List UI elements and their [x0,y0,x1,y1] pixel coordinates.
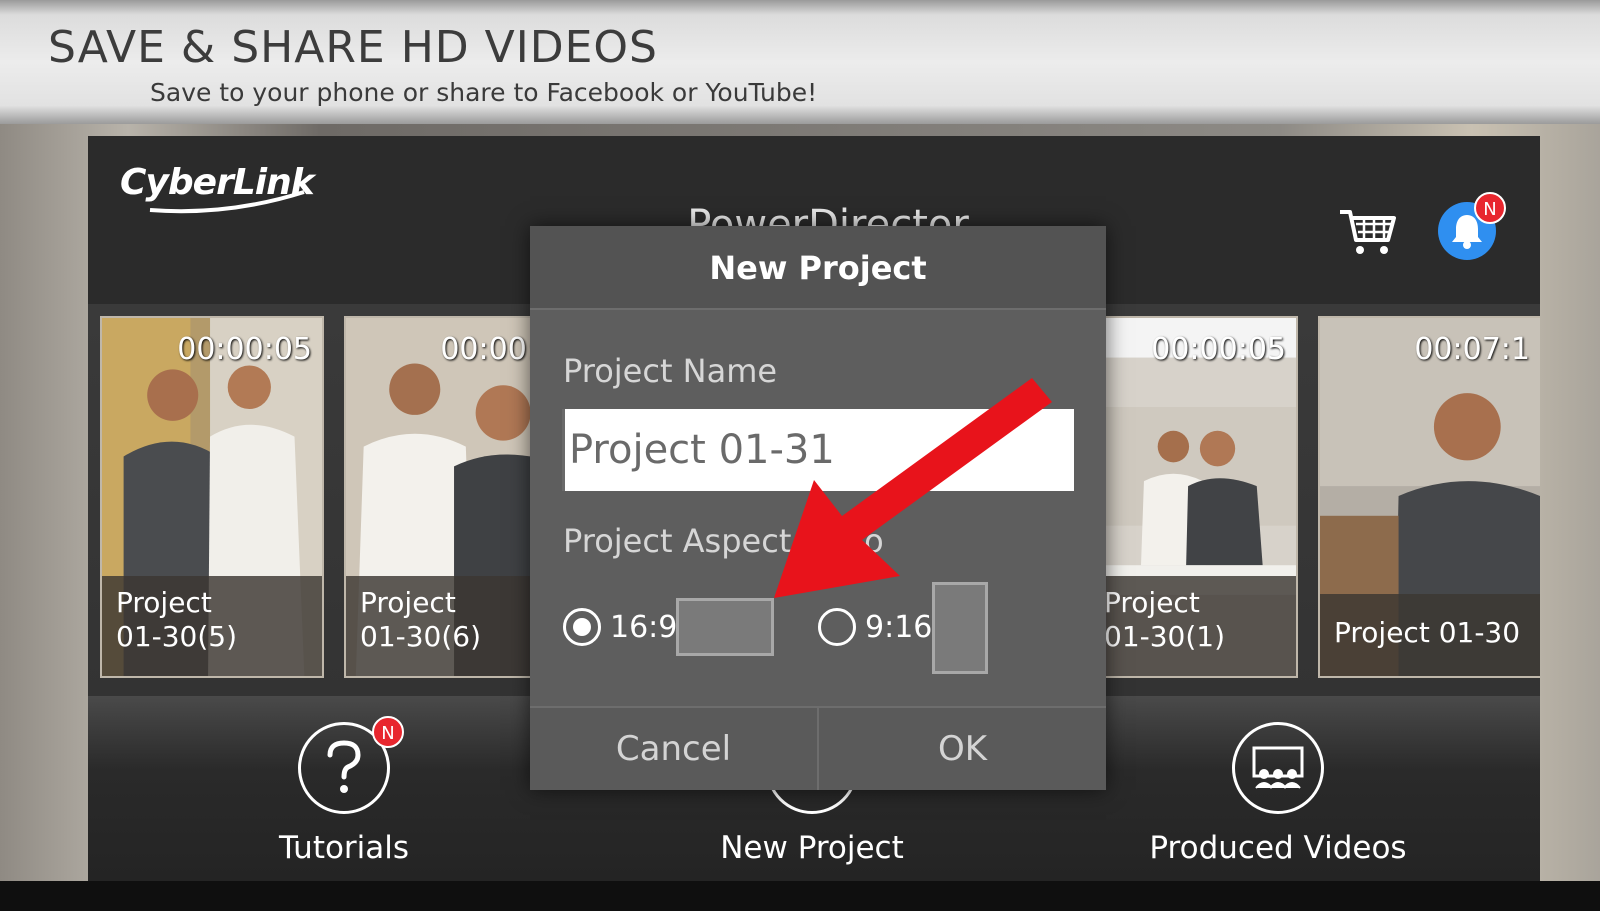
project-duration: 00:07:1 [1414,332,1530,367]
project-label: Project 01-30 [1320,594,1540,676]
project-card[interactable]: 00:00:05 Project 01-30(1) [1088,316,1298,678]
bottom-edge [0,881,1600,911]
cart-icon[interactable] [1338,206,1396,256]
red-arrow-icon [774,378,1052,598]
project-label-line: 01-30(5) [116,620,238,653]
landscape-preview-icon [676,598,774,656]
project-name-label: Project Name [563,352,778,390]
project-card[interactable]: 00:07:1 Project 01-30 [1318,316,1540,678]
new-project-label: New Project [720,830,904,866]
tutorials-label: Tutorials [278,830,410,866]
aspect-16-9-radio[interactable] [563,608,601,646]
project-label-line: 01-30(1) [1104,620,1226,653]
produced-videos-button[interactable]: Produced Videos [1128,722,1428,866]
logo-swoosh-icon [149,190,305,214]
produced-videos-icon [1232,722,1324,814]
project-label-line: 01-30(6) [360,620,482,653]
project-label-line: Project [360,586,456,619]
project-duration: 00:00:05 [1151,332,1286,367]
project-label-line: Project 01-30 [1334,616,1521,649]
dialog-button-row: Cancel OK [530,706,1106,790]
project-card[interactable]: 00:00:05 Project 01-30(5) [100,316,324,678]
dialog-title: New Project [530,226,1106,310]
promo-banner: SAVE & SHARE HD VIDEOS Save to your phon… [0,0,1600,124]
project-label-line: Project [1104,586,1200,619]
aspect-9-16-label: 9:16 [865,610,933,645]
project-label: Project 01-30(1) [1090,576,1296,676]
produced-videos-label: Produced Videos [1149,830,1407,866]
tutorials-button[interactable]: N Tutorials [194,716,494,866]
aspect-16-9-label: 16:9 [610,610,678,645]
banner-subtitle: Save to your phone or share to Facebook … [150,78,818,107]
aspect-9-16-radio[interactable] [818,608,856,646]
notification-badge: N [1474,192,1506,224]
cancel-button[interactable]: Cancel [530,708,817,790]
banner-title: SAVE & SHARE HD VIDEOS [48,22,658,73]
ok-button[interactable]: OK [819,708,1106,790]
tutorials-badge: N [372,716,404,748]
project-label-line: Project [116,586,212,619]
project-duration: 00:00:05 [177,332,312,367]
project-label: Project 01-30(5) [102,576,322,676]
